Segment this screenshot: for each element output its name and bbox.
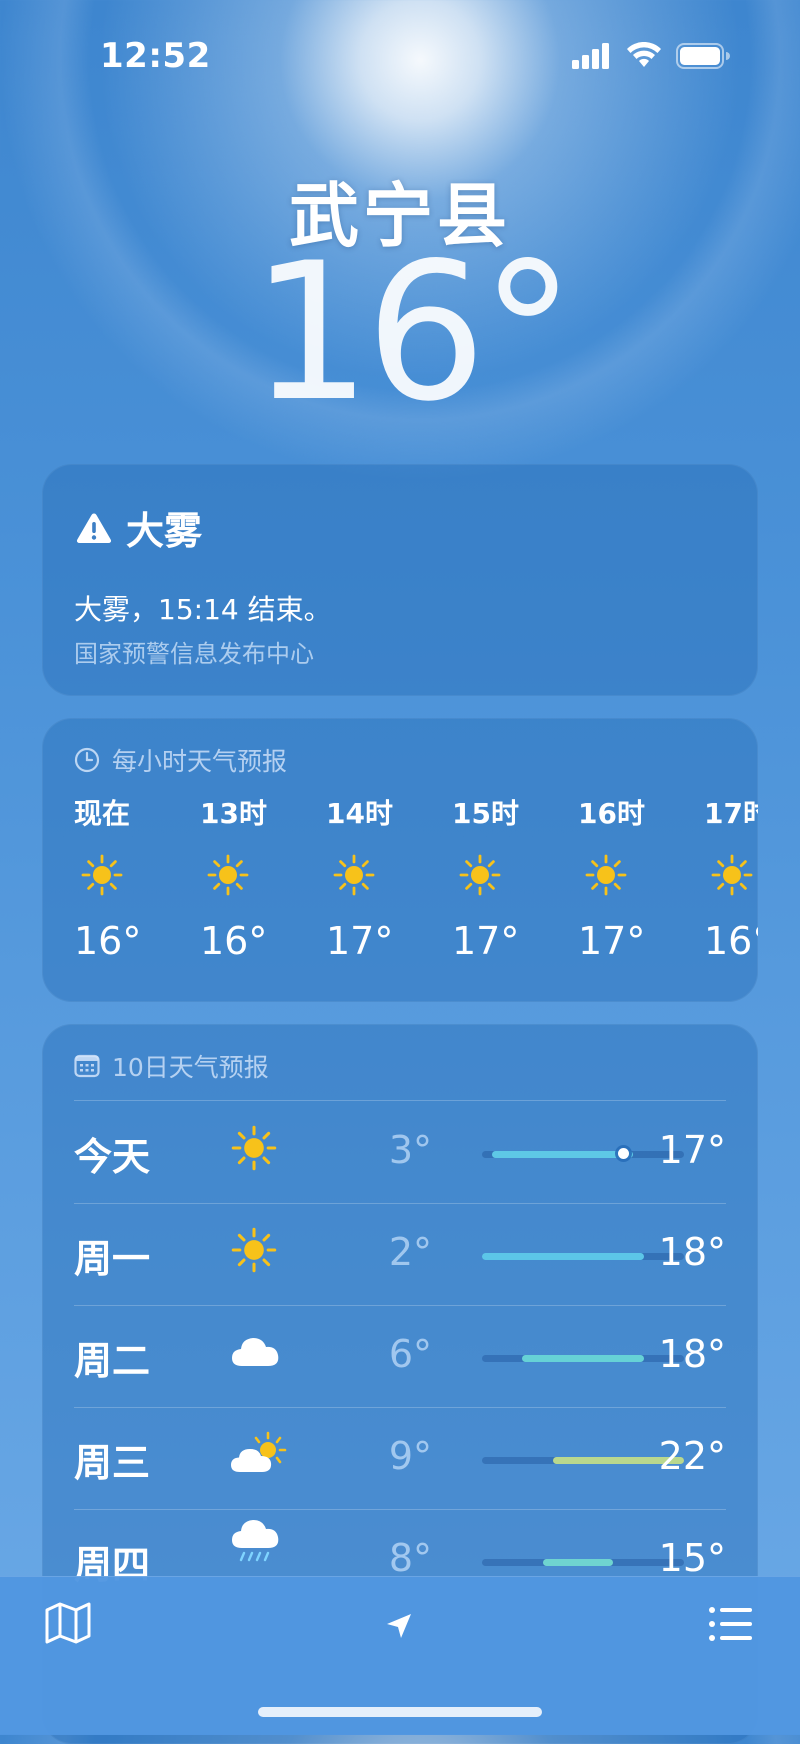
cellular-signal-icon [572, 42, 609, 69]
alert-source: 国家预警信息发布中心 [74, 640, 314, 668]
hour-label: 14时 [326, 797, 393, 830]
clock-icon [74, 747, 100, 773]
temperature-range-fill [522, 1355, 644, 1362]
sun-icon [200, 840, 250, 910]
battery-icon [676, 42, 730, 69]
hour-label: 现在 [74, 797, 131, 830]
temperature-range-fill [482, 1253, 644, 1260]
hour-item: 17时 16° [704, 788, 758, 972]
hour-item: 15时 17° [452, 788, 578, 972]
current-location-button[interactable] [384, 1611, 414, 1645]
hour-temp: 17° [452, 919, 520, 963]
status-time: 12:52 [100, 36, 211, 76]
alert-description: 大雾，15:14 结束。 [74, 593, 332, 626]
bottom-toolbar [0, 1576, 800, 1735]
status-icons [572, 42, 730, 69]
hour-item: 13时 16° [200, 788, 326, 972]
hourly-list[interactable]: 现在 16° 13时 16° 14时 17° 15时 17° 16时 17° 1… [74, 788, 758, 972]
divider [74, 1100, 726, 1101]
hour-item: 16时 17° [578, 788, 704, 972]
hour-temp: 16° [704, 919, 758, 963]
map-icon [45, 1602, 91, 1644]
hour-temp: 16° [200, 919, 268, 963]
day-row[interactable]: 周一 2° 18° [74, 1204, 726, 1306]
list-icon [709, 1607, 752, 1641]
home-indicator [258, 1707, 542, 1717]
hour-temp: 16° [74, 919, 142, 963]
hour-item: 现在 16° [74, 788, 200, 972]
temperature-range-fill [542, 1559, 614, 1566]
day-low-temp: 6° [388, 1332, 432, 1376]
day-row[interactable]: 周二 6° 18° [74, 1306, 726, 1408]
hour-temp: 17° [578, 919, 646, 963]
calendar-icon [74, 1054, 100, 1078]
day-name: 周一 [74, 1237, 151, 1281]
daily-header: 10日天气预报 [74, 1048, 269, 1084]
day-low-temp: 9° [388, 1434, 432, 1478]
temperature-range-fill [492, 1151, 634, 1158]
sun-icon [326, 840, 376, 910]
hour-label: 16时 [578, 797, 645, 830]
current-temperature: 16° [250, 222, 576, 443]
weather-alert-card[interactable]: 大雾 大雾，15:14 结束。 国家预警信息发布中心 [42, 464, 758, 696]
sun-icon [578, 840, 628, 910]
partly-cloudy-icon [230, 1430, 288, 1482]
day-name: 周三 [74, 1441, 151, 1485]
hour-label: 17时 [704, 797, 758, 830]
sun-icon [230, 1226, 278, 1278]
hour-item: 14时 17° [326, 788, 452, 972]
hour-label: 13时 [200, 797, 267, 830]
day-row[interactable]: 今天 3° 17° [74, 1102, 726, 1204]
day-low-temp: 8° [388, 1536, 432, 1580]
hour-label: 15时 [452, 797, 519, 830]
day-high-temp: 18° [658, 1230, 726, 1274]
sun-icon [74, 840, 124, 910]
day-row[interactable]: 周三 9° 22° [74, 1408, 726, 1510]
day-name: 周二 [74, 1339, 151, 1383]
warning-triangle-icon [76, 513, 112, 543]
wifi-icon [627, 42, 661, 67]
hourly-header: 每小时天气预报 [74, 742, 287, 778]
day-low-temp: 3° [388, 1128, 432, 1172]
sun-icon [230, 1124, 278, 1176]
hour-temp: 17° [326, 919, 394, 963]
day-low-temp: 2° [388, 1230, 432, 1274]
city-list-button[interactable] [708, 1605, 754, 1647]
sun-icon [704, 840, 754, 910]
day-high-temp: 18° [658, 1332, 726, 1376]
rain-icon [230, 1518, 282, 1574]
daily-title: 10日天气预报 [112, 1053, 269, 1082]
day-high-temp: 15° [658, 1536, 726, 1580]
alert-title: 大雾 [126, 509, 203, 553]
day-high-temp: 17° [658, 1128, 726, 1172]
day-high-temp: 22° [658, 1434, 726, 1478]
day-name: 今天 [74, 1135, 151, 1179]
hourly-title: 每小时天气预报 [112, 747, 288, 776]
cloud-icon [230, 1328, 282, 1380]
alert-title-row: 大雾 [76, 500, 202, 555]
map-button[interactable] [44, 1601, 92, 1649]
sun-icon [452, 840, 502, 910]
hourly-forecast-card[interactable]: 每小时天气预报 现在 16° 13时 16° 14时 17° 15时 17° 1… [42, 718, 758, 1002]
location-arrow-icon [387, 1614, 411, 1638]
